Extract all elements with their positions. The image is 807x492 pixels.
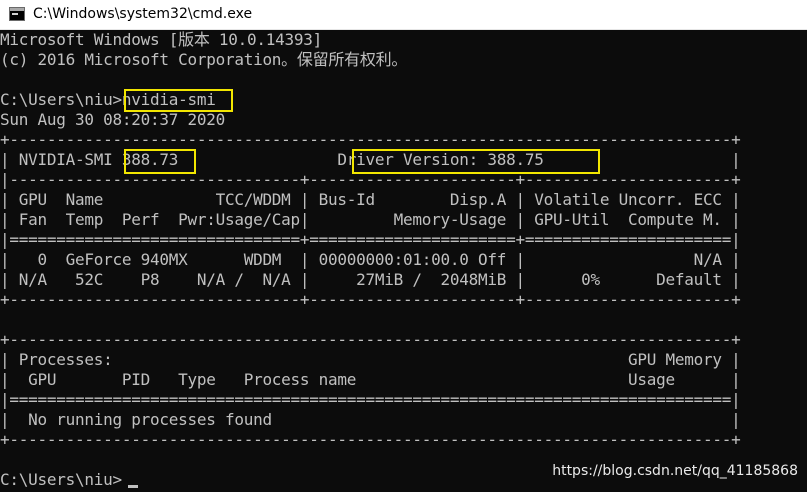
console-line: +---------------------------------------… <box>0 130 741 149</box>
title-bar[interactable]: C:\Windows\system32\cmd.exe <box>0 0 807 30</box>
cmd-icon <box>9 7 25 21</box>
console-line: Sun Aug 30 08:20:37 2020 <box>0 110 225 129</box>
console-line: |-------------------------------+-------… <box>0 170 741 189</box>
console-line: | NVIDIA-SMI 388.73 Driver Version: 388.… <box>0 150 741 169</box>
console-line: C:\Users\niu>nvidia-smi <box>0 90 216 109</box>
console-line: Microsoft Windows [版本 10.0.14393] <box>0 30 323 49</box>
console-line: +---------------------------------------… <box>0 330 741 349</box>
console-line: | GPU Name TCC/WDDM | Bus-Id Disp.A | Vo… <box>0 190 741 209</box>
console-line: | GPU PID Type Process name Usage | <box>0 370 741 389</box>
console-line: +-------------------------------+-------… <box>0 290 741 309</box>
console-line: (c) 2016 Microsoft Corporation。保留所有权利。 <box>0 50 408 69</box>
console-line: |=======================================… <box>0 390 741 409</box>
console-prompt: C:\Users\niu> <box>0 470 122 489</box>
watermark-text: https://blog.csdn.net/qq_41185868 <box>552 463 798 479</box>
console-line: | 0 GeForce 940MX WDDM | 00000000:01:00.… <box>0 250 741 269</box>
console-line: | Processes: GPU Memory | <box>0 350 741 369</box>
console-line: | No running processes found | <box>0 410 741 429</box>
window-title: C:\Windows\system32\cmd.exe <box>33 6 253 22</box>
console-line: +---------------------------------------… <box>0 430 741 449</box>
text-cursor <box>128 485 138 488</box>
console-line: | N/A 52C P8 N/A / N/A | 27MiB / 2048MiB… <box>0 270 741 289</box>
cmd-window: C:\Windows\system32\cmd.exe Microsoft Wi… <box>0 0 807 492</box>
console-line: | Fan Temp Perf Pwr:Usage/Cap| Memory-Us… <box>0 210 741 229</box>
console-area[interactable]: Microsoft Windows [版本 10.0.14393] (c) 20… <box>0 30 807 492</box>
console-line: |===============================+=======… <box>0 230 741 249</box>
